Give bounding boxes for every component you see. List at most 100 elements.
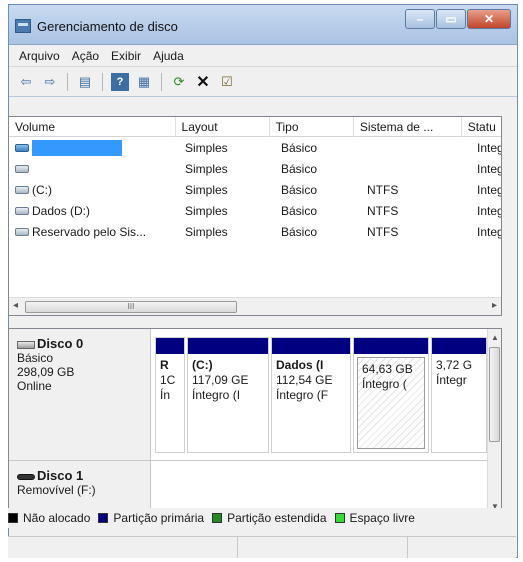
disk-0-info[interactable]: Disco 0 Básico 298,09 GB Online xyxy=(9,329,151,460)
legend-label: Partição primária xyxy=(113,511,205,525)
volume-type: Básico xyxy=(281,203,318,218)
volume-type: Básico xyxy=(281,182,318,197)
legend-swatch xyxy=(212,513,223,523)
horizontal-scrollbar[interactable]: ◂ III ▸ xyxy=(9,297,501,315)
partition-status: Ín xyxy=(160,388,171,402)
volume-row[interactable]: (C:) Simples Básico NTFS Integ xyxy=(9,179,501,200)
legend-item: Partição primária xyxy=(98,511,204,525)
legend-item: Partição estendida xyxy=(212,511,327,525)
menu-acao[interactable]: Ação xyxy=(72,49,99,63)
close-button[interactable]: ✕ xyxy=(467,9,511,29)
menu-bar: Arquivo Ação Exibir Ajuda xyxy=(9,45,517,67)
volume-type: Básico xyxy=(281,224,318,239)
partition-label: R xyxy=(160,358,169,372)
volume-list: Volume Layout Tipo Sistema de ... Statu … xyxy=(8,116,502,316)
partition-size: 64,63 GB xyxy=(362,362,413,376)
column-file-system[interactable]: Sistema de ... xyxy=(354,117,462,137)
toolbar-separator xyxy=(67,72,68,91)
toolbar: ⇦ ⇨ ▤ ? ▦ ⟳ ✕ ☑ xyxy=(9,67,517,97)
partition-selected[interactable]: 64,63 GB Íntegro ( xyxy=(353,337,429,453)
partition-color-bar xyxy=(432,338,486,354)
vertical-scrollbar[interactable]: ▲ ▼ xyxy=(487,329,501,515)
status-pane xyxy=(238,537,408,558)
volume-status: Integ xyxy=(477,140,501,155)
volume-file-system: NTFS xyxy=(367,224,399,239)
maximize-button[interactable]: ▭ xyxy=(436,9,466,29)
disk-name: Disco 0 xyxy=(37,336,84,351)
title-bar[interactable]: Gerenciamento de disco – ▭ ✕ xyxy=(9,5,517,45)
partition[interactable]: (C:) 117,09 GE Íntegro (I xyxy=(187,337,269,453)
disk-layout-panel: Disco 0 Básico 298,09 GB Online R 1C Ín … xyxy=(8,328,502,516)
console-tree-icon[interactable]: ▤ xyxy=(76,73,94,91)
volume-type: Básico xyxy=(281,140,318,155)
legend-label: Não alocado xyxy=(23,511,91,525)
toolbar-separator xyxy=(161,72,162,91)
partition-color-bar xyxy=(188,338,268,354)
volume-file-system: NTFS xyxy=(367,203,399,218)
partition-status: Íntegr xyxy=(436,373,467,387)
scroll-up-icon[interactable]: ▲ xyxy=(491,333,499,342)
disk-name: Disco 1 xyxy=(37,468,84,483)
disk-type: Removível (F:) xyxy=(17,483,96,497)
legend-label: Partição estendida xyxy=(227,511,327,525)
volume-name: Reservado pelo Sis... xyxy=(32,224,147,239)
legend-swatch xyxy=(98,513,109,523)
partition[interactable]: Dados (I 112,54 GE Íntegro (F xyxy=(271,337,351,453)
volume-name: (C:) xyxy=(32,182,52,197)
hard-disk-icon xyxy=(17,340,35,349)
volume-name xyxy=(32,139,122,156)
scroll-left-icon[interactable]: ◂ xyxy=(13,300,18,311)
legend-label: Espaço livre xyxy=(349,511,415,525)
volume-icon xyxy=(15,207,29,216)
volume-layout: Simples xyxy=(185,140,228,155)
partition-color-bar xyxy=(354,338,428,354)
volume-name: Dados (D:) xyxy=(32,203,91,218)
toolbar-separator xyxy=(102,72,103,91)
scroll-thumb[interactable]: III xyxy=(25,301,237,313)
volume-layout: Simples xyxy=(185,224,228,239)
disk-type: Básico xyxy=(17,351,54,365)
minimize-button[interactable]: – xyxy=(405,9,435,29)
status-pane xyxy=(408,537,516,558)
legend-item: Não alocado xyxy=(8,511,90,525)
scroll-thumb[interactable] xyxy=(489,347,500,442)
volume-row[interactable]: Simples Básico Integ xyxy=(9,137,501,158)
partition[interactable]: 3,72 G Íntegr xyxy=(431,337,487,453)
menu-exibir[interactable]: Exibir xyxy=(111,49,141,63)
volume-row[interactable]: Simples Básico Integ xyxy=(9,158,501,179)
volume-status: Integ xyxy=(477,161,501,176)
volume-layout: Simples xyxy=(185,203,228,218)
scroll-right-icon[interactable]: ▸ xyxy=(492,300,497,311)
menu-ajuda[interactable]: Ajuda xyxy=(153,49,184,63)
volume-file-system: NTFS xyxy=(367,182,399,197)
column-volume[interactable]: Volume xyxy=(9,117,176,137)
forward-arrow-icon[interactable]: ⇨ xyxy=(41,73,59,91)
disk-size: 298,09 GB xyxy=(17,365,75,379)
legend-item: Espaço livre xyxy=(334,511,415,525)
menu-arquivo[interactable]: Arquivo xyxy=(19,49,60,63)
volume-list-header: Volume Layout Tipo Sistema de ... Statu xyxy=(9,117,501,137)
column-layout[interactable]: Layout xyxy=(176,117,270,137)
check-disk-icon[interactable]: ☑ xyxy=(218,73,236,91)
partition-color-bar xyxy=(156,338,184,354)
partition-status: Íntegro (F xyxy=(276,388,329,402)
refresh-icon[interactable]: ⟳ xyxy=(170,73,188,91)
partition[interactable]: R 1C Ín xyxy=(155,337,185,453)
properties-icon[interactable]: ▦ xyxy=(135,73,153,91)
window-controls: – ▭ ✕ xyxy=(404,9,511,29)
partition-status: Íntegro (I xyxy=(192,388,241,402)
volume-status: Integ xyxy=(477,203,501,218)
partition-label: Dados (I xyxy=(276,358,324,372)
partition-status: Íntegro ( xyxy=(362,377,407,391)
back-arrow-icon[interactable]: ⇦ xyxy=(17,73,35,91)
delete-icon[interactable]: ✕ xyxy=(194,73,212,91)
help-icon[interactable]: ? xyxy=(111,72,129,91)
column-tipo[interactable]: Tipo xyxy=(270,117,354,137)
volume-icon xyxy=(15,143,29,152)
volume-row[interactable]: Reservado pelo Sis... Simples Básico NTF… xyxy=(9,221,501,242)
status-pane xyxy=(8,537,238,558)
legend-swatch xyxy=(334,513,345,523)
column-status[interactable]: Statu xyxy=(462,117,501,137)
partition-color-bar xyxy=(272,338,350,354)
volume-row[interactable]: Dados (D:) Simples Básico NTFS Integ xyxy=(9,200,501,221)
